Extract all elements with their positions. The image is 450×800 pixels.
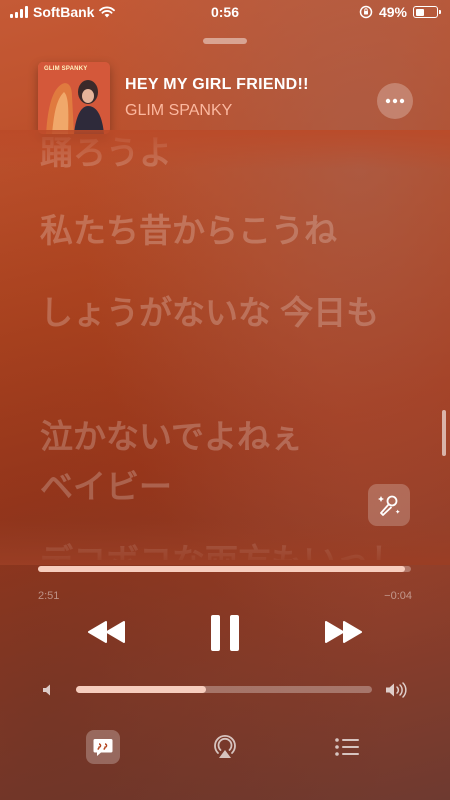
lyric-line[interactable]: しょうがないな 今日も: [40, 292, 410, 334]
pause-icon: [211, 615, 239, 651]
volume-low-button[interactable]: [38, 680, 58, 700]
battery-fill: [415, 8, 424, 16]
forward-button[interactable]: [320, 614, 366, 650]
time-elapsed: 2:51: [38, 590, 60, 602]
backward-icon: [88, 621, 125, 643]
lyrics-button[interactable]: [86, 730, 120, 764]
forward-icon: [325, 621, 362, 643]
lyric-line[interactable]: デコボコな両方もいっしょ: [40, 540, 410, 560]
orientation-lock-icon: [359, 5, 373, 19]
queue-button[interactable]: [330, 730, 364, 764]
airplay-button[interactable]: [208, 730, 242, 764]
sing-button[interactable]: [368, 484, 410, 526]
lyric-line[interactable]: 踊ろうよ: [40, 132, 410, 174]
playback-progress-fill: [38, 566, 406, 572]
pause-button[interactable]: [202, 610, 248, 656]
volume-fill: [76, 686, 207, 693]
volume-slider[interactable]: [76, 686, 372, 693]
lyric-line[interactable]: ベイビー: [40, 466, 410, 508]
magic-microphone-icon: [378, 495, 400, 516]
list-icon: [335, 738, 359, 756]
time-remaining: −0:04: [384, 590, 412, 602]
sheet-grabber[interactable]: [203, 38, 247, 44]
lyric-line[interactable]: 私たち昔からこうね: [40, 210, 410, 252]
rewind-button[interactable]: [84, 614, 130, 650]
quote-bubble-icon: [93, 739, 113, 756]
battery-icon: [413, 6, 441, 18]
speaker-high-icon: [386, 682, 407, 698]
battery-percent: 49%: [378, 4, 407, 20]
song-artist[interactable]: GLIM SPANKY: [125, 102, 232, 120]
status-right: 49%: [359, 4, 441, 20]
song-title[interactable]: HEY MY GIRL FRIEND!!: [125, 76, 309, 94]
album-art[interactable]: GLIM SPANKY: [38, 62, 110, 134]
more-button[interactable]: [377, 83, 413, 119]
airplay-icon: [214, 734, 236, 758]
album-art-text: GLIM SPANKY: [44, 66, 88, 72]
lyrics-view[interactable]: 踊ろうよ 私たち昔からこうね しょうがないな 今日も 泣かないでよねぇ ベイビー…: [40, 130, 420, 560]
lyric-line[interactable]: 泣かないでよねぇ: [40, 416, 410, 458]
scroll-indicator[interactable]: [442, 410, 446, 456]
album-art-image: [38, 62, 110, 134]
volume-high-button[interactable]: [384, 678, 410, 702]
ellipsis-icon: [385, 98, 405, 104]
playback-scrubber[interactable]: [38, 566, 411, 572]
status-bar: SoftBank 0:56 49%: [0, 0, 450, 26]
speaker-low-icon: [43, 684, 50, 696]
